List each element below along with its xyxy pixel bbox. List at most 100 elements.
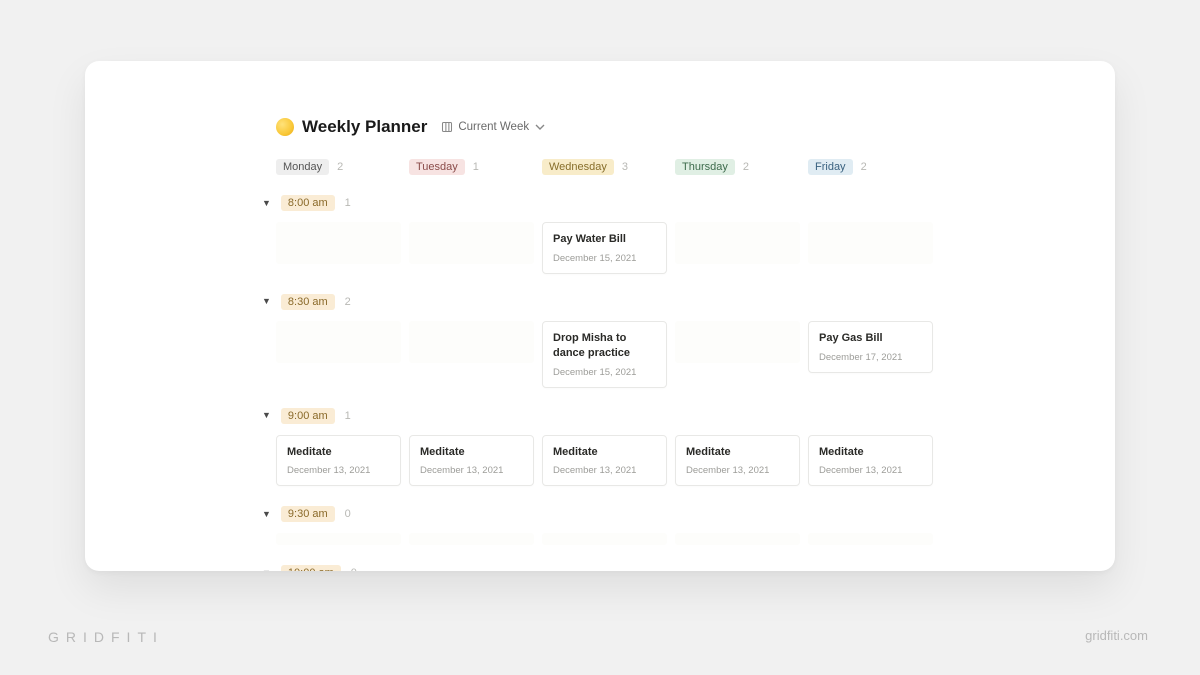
time-group-header[interactable]: ▼8:00 am1	[262, 195, 1070, 211]
event-title: Meditate	[420, 445, 523, 460]
event-date: December 13, 2021	[819, 465, 922, 476]
card-slot	[276, 222, 401, 274]
event-title: Meditate	[553, 445, 656, 460]
card-slot	[675, 222, 800, 274]
event-date: December 13, 2021	[420, 465, 523, 476]
card-slot: Meditate December 13, 2021	[808, 435, 933, 487]
brand-url: gridfiti.com	[1085, 628, 1148, 643]
view-label: Current Week	[458, 121, 529, 133]
card-slot: Drop Misha to dance practice December 15,…	[542, 321, 667, 388]
time-groups: ▼ 8:00 am 1 Pay Water BillDecember 15, 2021…	[129, 195, 1070, 571]
empty-slot[interactable]	[276, 533, 401, 545]
sun-icon	[276, 118, 294, 136]
day-column-header[interactable]: Wednesday3	[542, 159, 675, 175]
event-date: December 13, 2021	[287, 465, 390, 476]
page-title: Weekly Planner	[302, 117, 427, 137]
time-group-header[interactable]: ▼ 9:30 am 0	[262, 506, 1070, 522]
card-slot: Meditate December 13, 2021	[542, 435, 667, 487]
empty-slot[interactable]	[542, 533, 667, 545]
event-date: December 13, 2021	[686, 465, 789, 476]
empty-slot[interactable]	[409, 533, 534, 545]
caret-down-icon: ▼	[262, 411, 271, 420]
day-column-header[interactable]: Friday 2	[808, 159, 941, 175]
day-count: 2	[861, 161, 867, 173]
brand-logo: GRIDFITI	[48, 629, 164, 645]
card-slot	[276, 321, 401, 388]
card-slot: Meditate December 13, 2021	[276, 435, 401, 487]
day-count: 2	[743, 161, 749, 173]
time-count: 1	[345, 197, 351, 209]
event-card[interactable]: Pay Water BillDecember 15, 2021	[542, 222, 667, 274]
empty-slot[interactable]	[675, 321, 800, 363]
event-card[interactable]: Meditate December 13, 2021	[276, 435, 401, 487]
empty-slot[interactable]	[808, 222, 933, 264]
time-count: 0	[345, 508, 351, 520]
card-slot	[675, 321, 800, 388]
empty-slot[interactable]	[409, 321, 534, 363]
event-card[interactable]: Meditate December 13, 2021	[675, 435, 800, 487]
empty-slot[interactable]	[276, 321, 401, 363]
time-tag: 10:00 am	[281, 565, 341, 571]
empty-slot[interactable]	[808, 533, 933, 545]
day-tag: Friday	[808, 159, 853, 175]
planner-inner: Weekly Planner Current Week Monday 2 Tuesd…	[85, 61, 1115, 571]
cards-row: Drop Misha to dance practice December 15,…	[276, 321, 1070, 388]
time-group-header[interactable]: ▼ 9:00 am 1	[262, 408, 1070, 424]
event-date: December 17, 2021	[819, 352, 922, 363]
card-slot: Pay Water BillDecember 15, 2021	[542, 222, 667, 274]
chevron-down-icon	[534, 121, 546, 133]
event-card[interactable]: Pay Gas Bill December 17, 2021	[808, 321, 933, 373]
event-card[interactable]: Meditate December 13, 2021	[808, 435, 933, 487]
time-tag: 9:30 am	[281, 506, 335, 522]
view-selector[interactable]: Current Week	[441, 121, 546, 133]
empty-slot[interactable]	[675, 222, 800, 264]
day-tag: Wednesday	[542, 159, 614, 175]
day-tag: Thursday	[675, 159, 735, 175]
time-group: ▼9:00 am1MeditateDecember 13, 2021Medita…	[129, 408, 1070, 487]
card-slot: Meditate December 13, 2021	[409, 435, 534, 487]
card-slot	[409, 222, 534, 274]
event-title: Meditate	[819, 445, 922, 460]
time-tag: 9:00 am	[281, 408, 335, 424]
cards-row: Pay Water BillDecember 15, 2021	[276, 222, 1070, 274]
time-group: ▼8:00 am1Pay Water BillDecember 15, 2021	[129, 195, 1070, 274]
cards-row: Meditate December 13, 2021 Meditate Decembe…	[276, 435, 1070, 487]
event-date: December 15, 2021	[553, 253, 656, 264]
time-tag: 8:30 am	[281, 294, 335, 310]
day-tag: Tuesday	[409, 159, 465, 175]
time-count: 2	[345, 296, 351, 308]
time-count: 1	[345, 410, 351, 422]
card-slot	[808, 222, 933, 274]
time-count: 0	[351, 567, 357, 571]
event-title: Meditate	[287, 445, 390, 460]
day-column-header[interactable]: Thursday 2	[675, 159, 808, 175]
empty-slot[interactable]	[276, 222, 401, 264]
time-group-header[interactable]: ▼ 8:30 am 2	[262, 294, 1070, 310]
event-date: December 15, 2021	[553, 367, 656, 378]
day-count: 2	[337, 161, 343, 173]
empty-slot[interactable]	[409, 222, 534, 264]
time-tag: 8:00 am	[281, 195, 335, 211]
day-column-header[interactable]: Monday 2	[276, 159, 409, 175]
event-date: December 13, 2021	[553, 465, 656, 476]
event-card[interactable]: Drop Misha to dance practice December 15,…	[542, 321, 667, 388]
caret-down-icon: ▼	[262, 297, 271, 306]
event-title: Meditate	[686, 445, 789, 460]
day-tag: Monday	[276, 159, 329, 175]
header: Weekly Planner Current Week	[276, 117, 1070, 137]
event-title: Drop Misha to dance practice	[553, 331, 656, 361]
event-card[interactable]: Meditate December 13, 2021	[409, 435, 534, 487]
card-slot: Meditate December 13, 2021	[675, 435, 800, 487]
event-card[interactable]: Meditate December 13, 2021	[542, 435, 667, 487]
caret-down-icon: ▼	[262, 569, 271, 571]
day-count: 1	[473, 161, 479, 173]
event-title: Pay Gas Bill	[819, 331, 922, 346]
card-slot	[409, 321, 534, 388]
time-group: ▼ 9:30 am 0	[129, 506, 1070, 545]
empty-slot[interactable]	[675, 533, 800, 545]
time-group-header[interactable]: ▼ 10:00 am 0	[262, 565, 1070, 571]
days-header-row: Monday2Tuesday1Wednesday3Thursday2Friday…	[276, 159, 1070, 175]
day-column-header[interactable]: Tuesday 1	[409, 159, 542, 175]
time-group: ▼ 10:00 am 0	[129, 565, 1070, 571]
caret-down-icon: ▼	[262, 510, 271, 519]
